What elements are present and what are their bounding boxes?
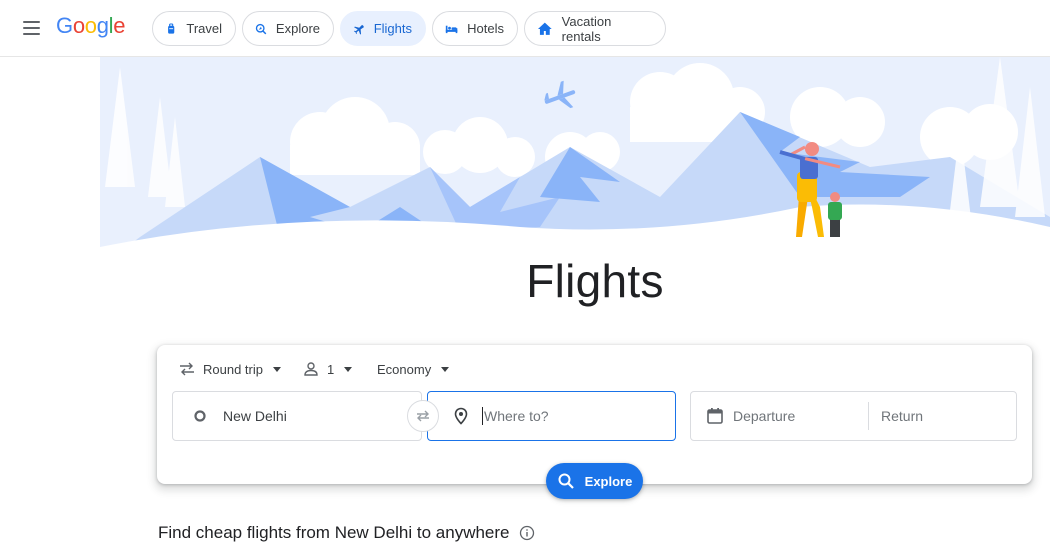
section-heading: Find cheap flights from New Delhi to any… xyxy=(158,523,535,543)
text-cursor xyxy=(482,407,483,425)
origin-circle-icon xyxy=(194,410,206,422)
airplane-icon xyxy=(353,24,364,35)
date-range-field[interactable]: Departure Return xyxy=(690,391,1017,441)
origin-value: New Delhi xyxy=(223,408,287,424)
trip-type-value: Round trip xyxy=(203,361,263,377)
departure-placeholder: Departure xyxy=(733,408,796,424)
page-title: Flights xyxy=(526,255,664,307)
nav-chip-explore[interactable]: Explore xyxy=(242,11,334,46)
section-heading-text: Find cheap flights from New Delhi to any… xyxy=(158,523,510,542)
nav-chip-flights[interactable]: Flights xyxy=(340,11,426,46)
nav-chip-label: Hotels xyxy=(467,21,504,36)
nav-chip-travel[interactable]: Travel xyxy=(152,11,236,46)
departure-date-input[interactable]: Departure xyxy=(691,407,868,425)
hamburger-icon-bar xyxy=(23,33,40,35)
search-icon xyxy=(558,473,574,489)
trip-type-select[interactable]: Round trip xyxy=(179,359,281,379)
person-icon xyxy=(304,362,318,376)
house-icon xyxy=(537,22,552,35)
hamburger-icon-bar xyxy=(23,21,40,23)
nav-chip-label: Explore xyxy=(275,21,320,36)
swap-icon xyxy=(417,410,429,422)
nav-chip-vacation-rentals[interactable]: Vacation rentals xyxy=(524,11,666,46)
chevron-down-icon xyxy=(272,366,281,372)
nav-chip-label: Flights xyxy=(373,21,412,36)
passengers-select[interactable]: 1 xyxy=(303,359,353,379)
flight-search-card: Round trip 1 Economy New Delhi Where to?… xyxy=(157,345,1032,499)
mountains-illustration xyxy=(100,57,1050,267)
calendar-icon xyxy=(707,408,723,424)
origin-field[interactable]: New Delhi xyxy=(172,391,422,441)
chevron-down-icon xyxy=(344,366,353,372)
hero-illustration xyxy=(100,57,1050,267)
travel-bag-icon xyxy=(168,22,175,34)
top-app-bar: Google Travel Explore Flights Hotels Vac… xyxy=(0,0,1050,57)
nav-chip-label: Vacation rentals xyxy=(561,13,612,44)
return-date-input[interactable]: Return xyxy=(868,408,923,424)
nav-chip-label: Travel xyxy=(186,21,222,36)
destination-field[interactable]: Where to? xyxy=(427,391,676,441)
destination-placeholder: Where to? xyxy=(484,408,549,424)
explore-button[interactable]: Explore xyxy=(546,463,643,499)
swap-locations-button[interactable] xyxy=(407,400,439,432)
date-divider xyxy=(868,402,869,430)
info-icon[interactable] xyxy=(519,525,535,541)
location-pin-icon xyxy=(454,407,468,425)
chevron-down-icon xyxy=(441,366,450,372)
nav-chip-hotels[interactable]: Hotels xyxy=(432,11,518,46)
explore-icon xyxy=(255,23,267,34)
google-logo[interactable]: Google xyxy=(56,13,125,39)
explore-button-label: Explore xyxy=(584,473,633,489)
cabin-class-select[interactable]: Economy xyxy=(377,359,450,379)
hamburger-icon-bar xyxy=(23,27,40,29)
passengers-value: 1 xyxy=(327,361,335,377)
main-menu-button[interactable] xyxy=(20,16,44,40)
bed-icon xyxy=(445,25,458,33)
cabin-class-value: Economy xyxy=(377,361,432,377)
return-placeholder: Return xyxy=(881,408,924,424)
swap-arrows-icon xyxy=(180,362,194,376)
